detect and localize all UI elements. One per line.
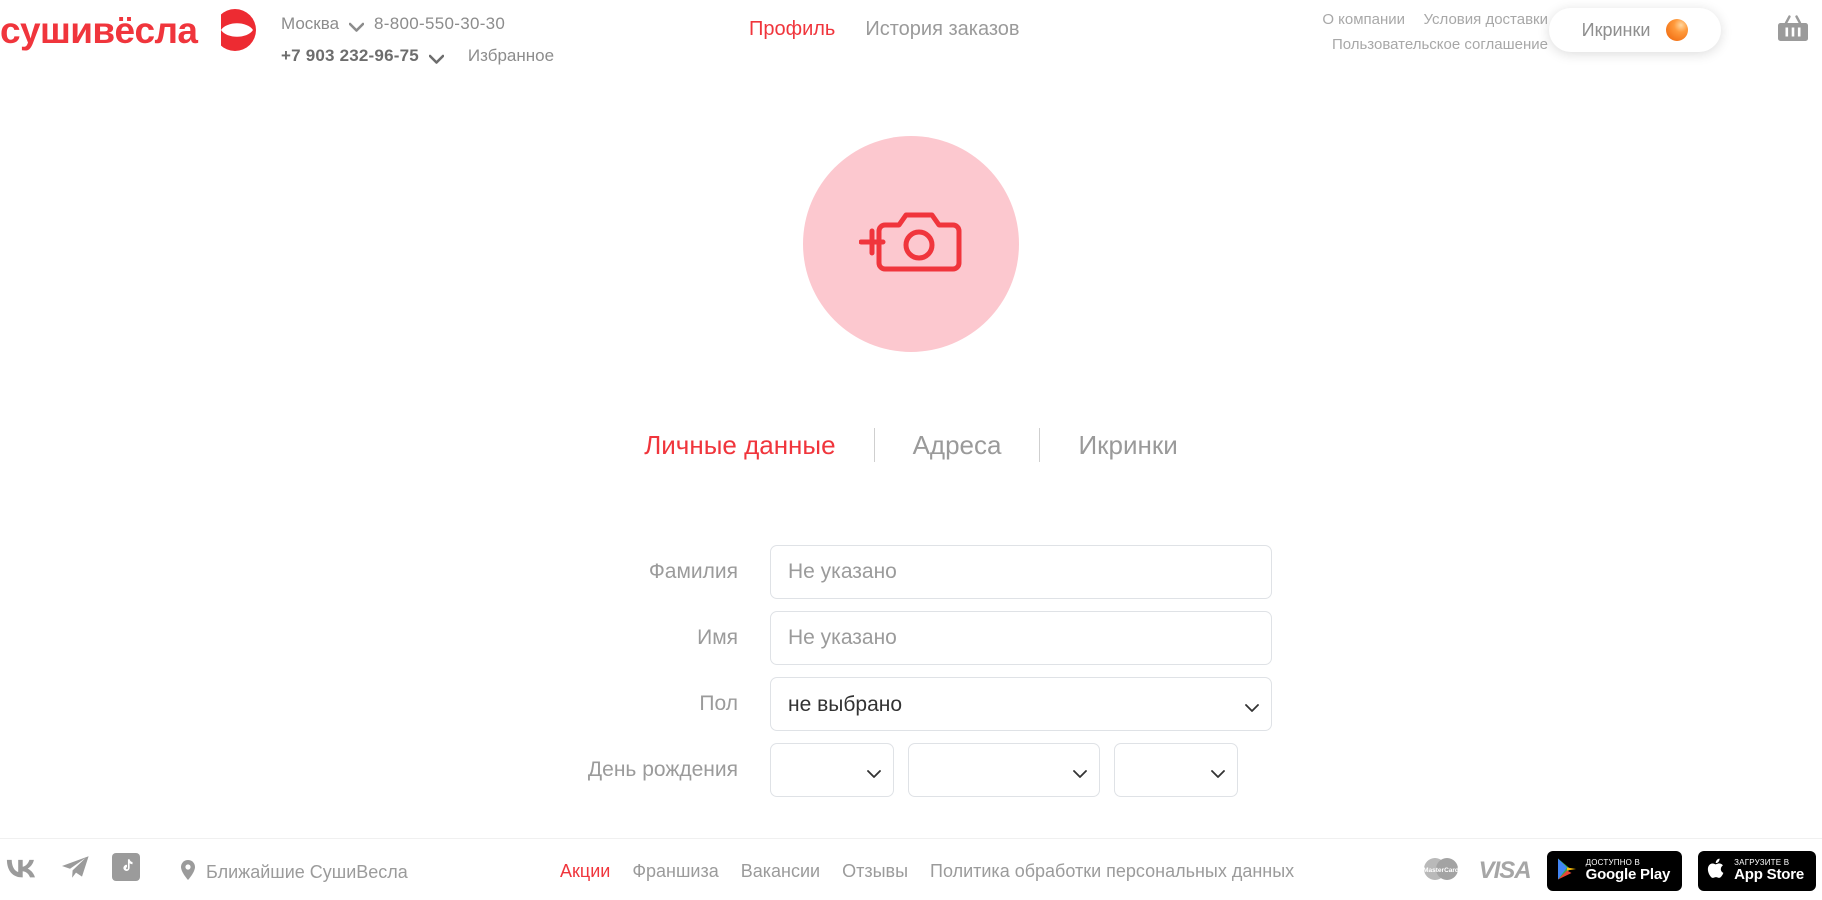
support-phone[interactable]: 8-800-550-30-30: [374, 14, 505, 34]
link-delivery-terms[interactable]: Условия доставки: [1424, 11, 1548, 28]
city-row: Москва 8-800-550-30-30: [281, 14, 554, 34]
link-about-company[interactable]: О компании: [1322, 11, 1405, 28]
surname-input[interactable]: [770, 545, 1272, 599]
footer-link-privacy-policy[interactable]: Политика обработки персональных данных: [930, 861, 1294, 882]
basket-icon[interactable]: [1774, 10, 1812, 48]
label-birthday: День рождения: [587, 758, 738, 781]
chevron-down-icon[interactable]: [428, 51, 445, 64]
tab-ikrinki[interactable]: Икринки: [1040, 430, 1215, 461]
city-selector[interactable]: Москва: [281, 14, 339, 34]
name-input[interactable]: [770, 611, 1272, 665]
form-row-birthday: День рождения: [0, 743, 1822, 797]
footer-link-reviews[interactable]: Отзывы: [842, 861, 908, 882]
nav-item-order-history[interactable]: История заказов: [865, 18, 1019, 41]
profile-tabs: Личные данные Адреса Икринки: [0, 428, 1822, 462]
city-and-phone-block: Москва 8-800-550-30-30 +7 903 232-96-75 …: [281, 14, 554, 66]
site-footer: Ближайшие СушиВесла Акции Франшиза Вакан…: [0, 838, 1822, 900]
apple-icon: [1707, 857, 1726, 885]
add-photo-camera-icon: [858, 207, 963, 282]
favorites-link[interactable]: Избранное: [468, 46, 554, 66]
gender-select-wrap: не выбрано: [770, 677, 1272, 731]
gender-select[interactable]: не выбрано: [770, 677, 1272, 731]
logo-text: сушивёсла: [0, 9, 198, 51]
footer-link-promos[interactable]: Акции: [560, 861, 610, 882]
ikrinki-button-label: Икринки: [1581, 19, 1651, 40]
personal-data-form: Фамилия Имя Пол не выбрано: [0, 545, 1822, 809]
google-play-badge[interactable]: Доступно в Google Play: [1546, 851, 1683, 891]
birthday-year-select[interactable]: [1114, 743, 1238, 797]
label-name: Имя: [697, 626, 738, 649]
birthday-day-wrap: [770, 743, 894, 797]
site-logo[interactable]: сушивёсла: [0, 6, 257, 54]
info-links: О компании Условия доставки Пользователь…: [1248, 8, 1548, 58]
footer-link-franchise[interactable]: Франшиза: [632, 861, 718, 882]
user-phone-row: +7 903 232-96-75 Избранное: [281, 46, 554, 66]
caviar-ball-icon: [1666, 19, 1689, 41]
birthday-month-select[interactable]: [908, 743, 1100, 797]
location-pin-icon: [180, 859, 196, 886]
app-store-badge[interactable]: Загрузите в App Store: [1698, 851, 1816, 891]
ikrinki-button[interactable]: Икринки: [1549, 8, 1721, 52]
label-surname: Фамилия: [648, 560, 738, 583]
google-play-icon: [1556, 857, 1578, 886]
nearest-label: Ближайшие СушиВесла: [206, 862, 408, 882]
payments-and-apps: MasterCard VISA Доступно в Google Pl: [1419, 851, 1816, 891]
footer-link-vacancies[interactable]: Вакансии: [741, 861, 820, 882]
mastercard-icon: MasterCard: [1419, 855, 1463, 888]
form-row-surname: Фамилия: [0, 545, 1822, 599]
svg-text:MasterCard: MasterCard: [1423, 867, 1459, 874]
birthday-day-select[interactable]: [770, 743, 894, 797]
nearest-restaurants[interactable]: Ближайшие СушиВесла: [180, 859, 408, 886]
user-phone[interactable]: +7 903 232-96-75: [281, 46, 419, 66]
tab-addresses[interactable]: Адреса: [875, 430, 1040, 461]
form-row-gender: Пол не выбрано: [0, 677, 1822, 731]
profile-page: сушивёсла Москва 8-800-550-30-30 +7 903: [0, 0, 1822, 900]
birthday-month-wrap: [908, 743, 1100, 797]
vk-icon[interactable]: [4, 856, 38, 878]
form-row-name: Имя: [0, 611, 1822, 665]
visa-icon: VISA: [1478, 857, 1532, 884]
birthday-year-wrap: [1114, 743, 1238, 797]
tiktok-icon[interactable]: [112, 853, 140, 881]
chevron-down-icon[interactable]: [348, 19, 365, 32]
telegram-icon[interactable]: [60, 854, 90, 880]
google-play-big-text: Google Play: [1585, 866, 1671, 884]
logo-mark-icon: [211, 6, 257, 54]
app-store-big-text: App Store: [1734, 866, 1804, 884]
link-user-agreement[interactable]: Пользовательское соглашение: [1332, 36, 1548, 53]
tab-personal-data[interactable]: Личные данные: [606, 430, 873, 461]
avatar-upload-area[interactable]: [803, 136, 1019, 352]
site-header: сушивёсла Москва 8-800-550-30-30 +7 903: [0, 0, 1822, 88]
main-navigation: Профиль История заказов: [749, 18, 1020, 41]
label-gender: Пол: [699, 692, 738, 715]
nav-item-profile[interactable]: Профиль: [749, 18, 835, 41]
social-links: [4, 853, 140, 881]
footer-links: Акции Франшиза Вакансии Отзывы Политика …: [560, 861, 1294, 882]
